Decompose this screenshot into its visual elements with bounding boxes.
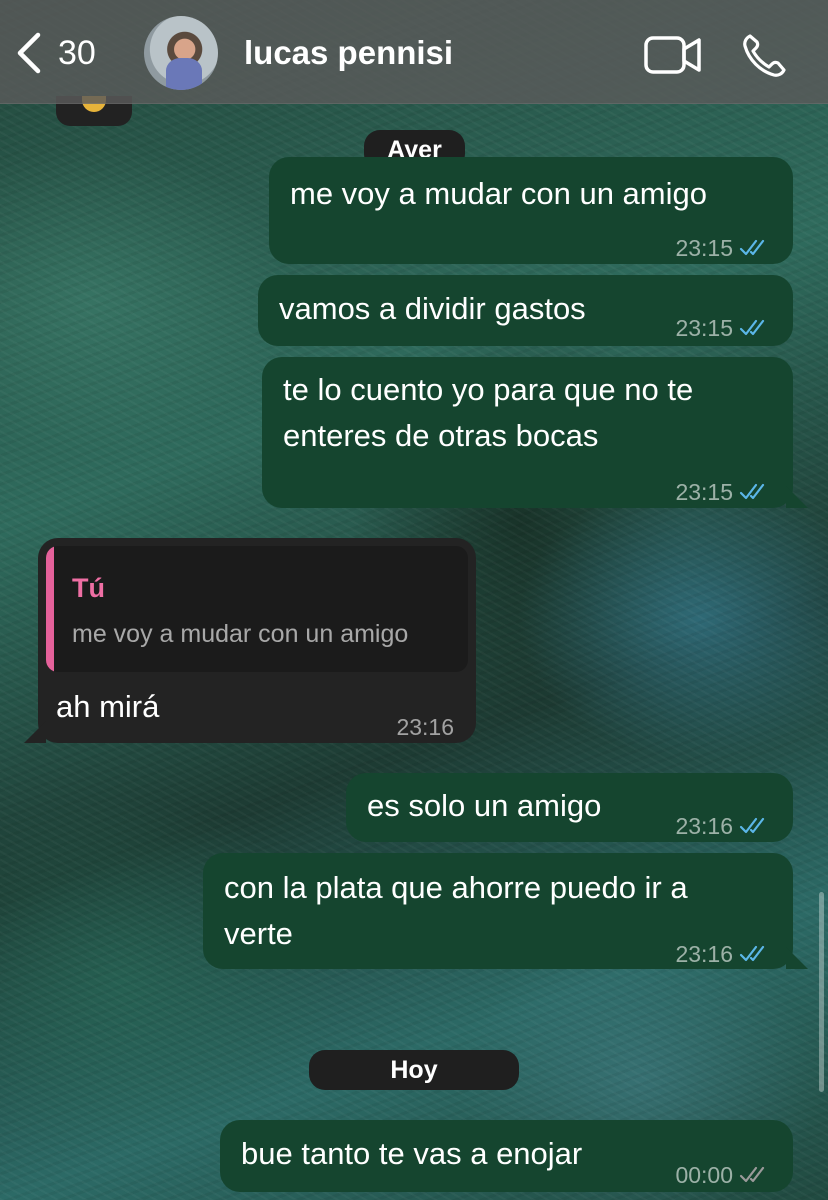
bubble-tail — [786, 486, 808, 508]
read-ticks-icon — [739, 319, 765, 336]
video-call-icon[interactable] — [644, 34, 702, 76]
message-bubble-outgoing[interactable]: bue tanto te vas a enojar 00:00 — [220, 1120, 793, 1192]
message-text-line: verte — [224, 916, 293, 951]
message-text: me voy a mudar con un amigo — [290, 176, 707, 211]
phone-icon[interactable] — [740, 32, 788, 80]
date-separator: Hoy — [309, 1050, 519, 1090]
message-text: ah mirá — [56, 689, 160, 724]
message-time: 23:16 — [675, 813, 733, 839]
message-text-line: enteres de otras bocas — [283, 418, 599, 453]
read-ticks-icon — [739, 483, 765, 500]
message-text: vamos a dividir gastos — [279, 291, 586, 326]
message-time: 23:16 — [675, 941, 733, 967]
read-ticks-icon — [739, 945, 765, 962]
message-meta: 23:15 — [675, 305, 771, 351]
read-ticks-icon — [739, 817, 765, 834]
quote-accent-bar — [46, 546, 54, 672]
chevron-left-icon — [17, 32, 41, 74]
message-meta: 23:16 — [675, 803, 771, 849]
message-time: 23:16 — [396, 714, 454, 740]
message-time: 23:15 — [675, 479, 733, 505]
message-time: 23:15 — [675, 315, 733, 341]
back-button[interactable]: 30 — [14, 28, 124, 78]
quote-text: me voy a mudar con un amigo — [72, 620, 409, 648]
message-time: 23:15 — [675, 235, 733, 261]
message-time: 00:00 — [675, 1162, 733, 1188]
unread-count: 30 — [58, 33, 96, 72]
message-meta: 23:15 — [675, 225, 771, 271]
message-bubble-outgoing[interactable]: con la plata que ahorre puedo ir a verte… — [203, 853, 793, 969]
message-bubble-outgoing[interactable]: vamos a dividir gastos 23:15 — [258, 275, 793, 346]
message-text: es solo un amigo — [367, 788, 602, 823]
message-bubble-outgoing[interactable]: te lo cuento yo para que no te enteres d… — [262, 357, 793, 508]
avatar[interactable] — [144, 16, 218, 90]
message-meta: 23:16 — [675, 931, 771, 977]
chat-header: 30 lucas pennisi — [0, 0, 828, 104]
message-meta: 23:16 — [396, 704, 454, 750]
message-bubble-outgoing[interactable]: me voy a mudar con un amigo 23:15 — [269, 157, 793, 264]
read-ticks-icon — [739, 239, 765, 256]
quoted-message[interactable]: Tú me voy a mudar con un amigo — [46, 546, 468, 672]
message-bubble-incoming[interactable]: Tú me voy a mudar con un amigo ah mirá 2… — [38, 538, 476, 743]
message-bubble-outgoing[interactable]: es solo un amigo 23:16 — [346, 773, 793, 842]
bubble-tail — [786, 947, 808, 969]
quote-author: Tú — [72, 573, 105, 603]
message-meta: 00:00 — [675, 1152, 771, 1198]
contact-name[interactable]: lucas pennisi — [244, 34, 453, 72]
message-text: bue tanto te vas a enojar — [241, 1136, 583, 1171]
message-meta: 23:15 — [675, 469, 771, 515]
scrollbar[interactable] — [819, 892, 824, 1092]
message-text-line: te lo cuento yo para que no te — [283, 372, 694, 407]
message-text-line: con la plata que ahorre puedo ir a — [224, 870, 688, 905]
delivered-ticks-icon — [739, 1166, 765, 1183]
